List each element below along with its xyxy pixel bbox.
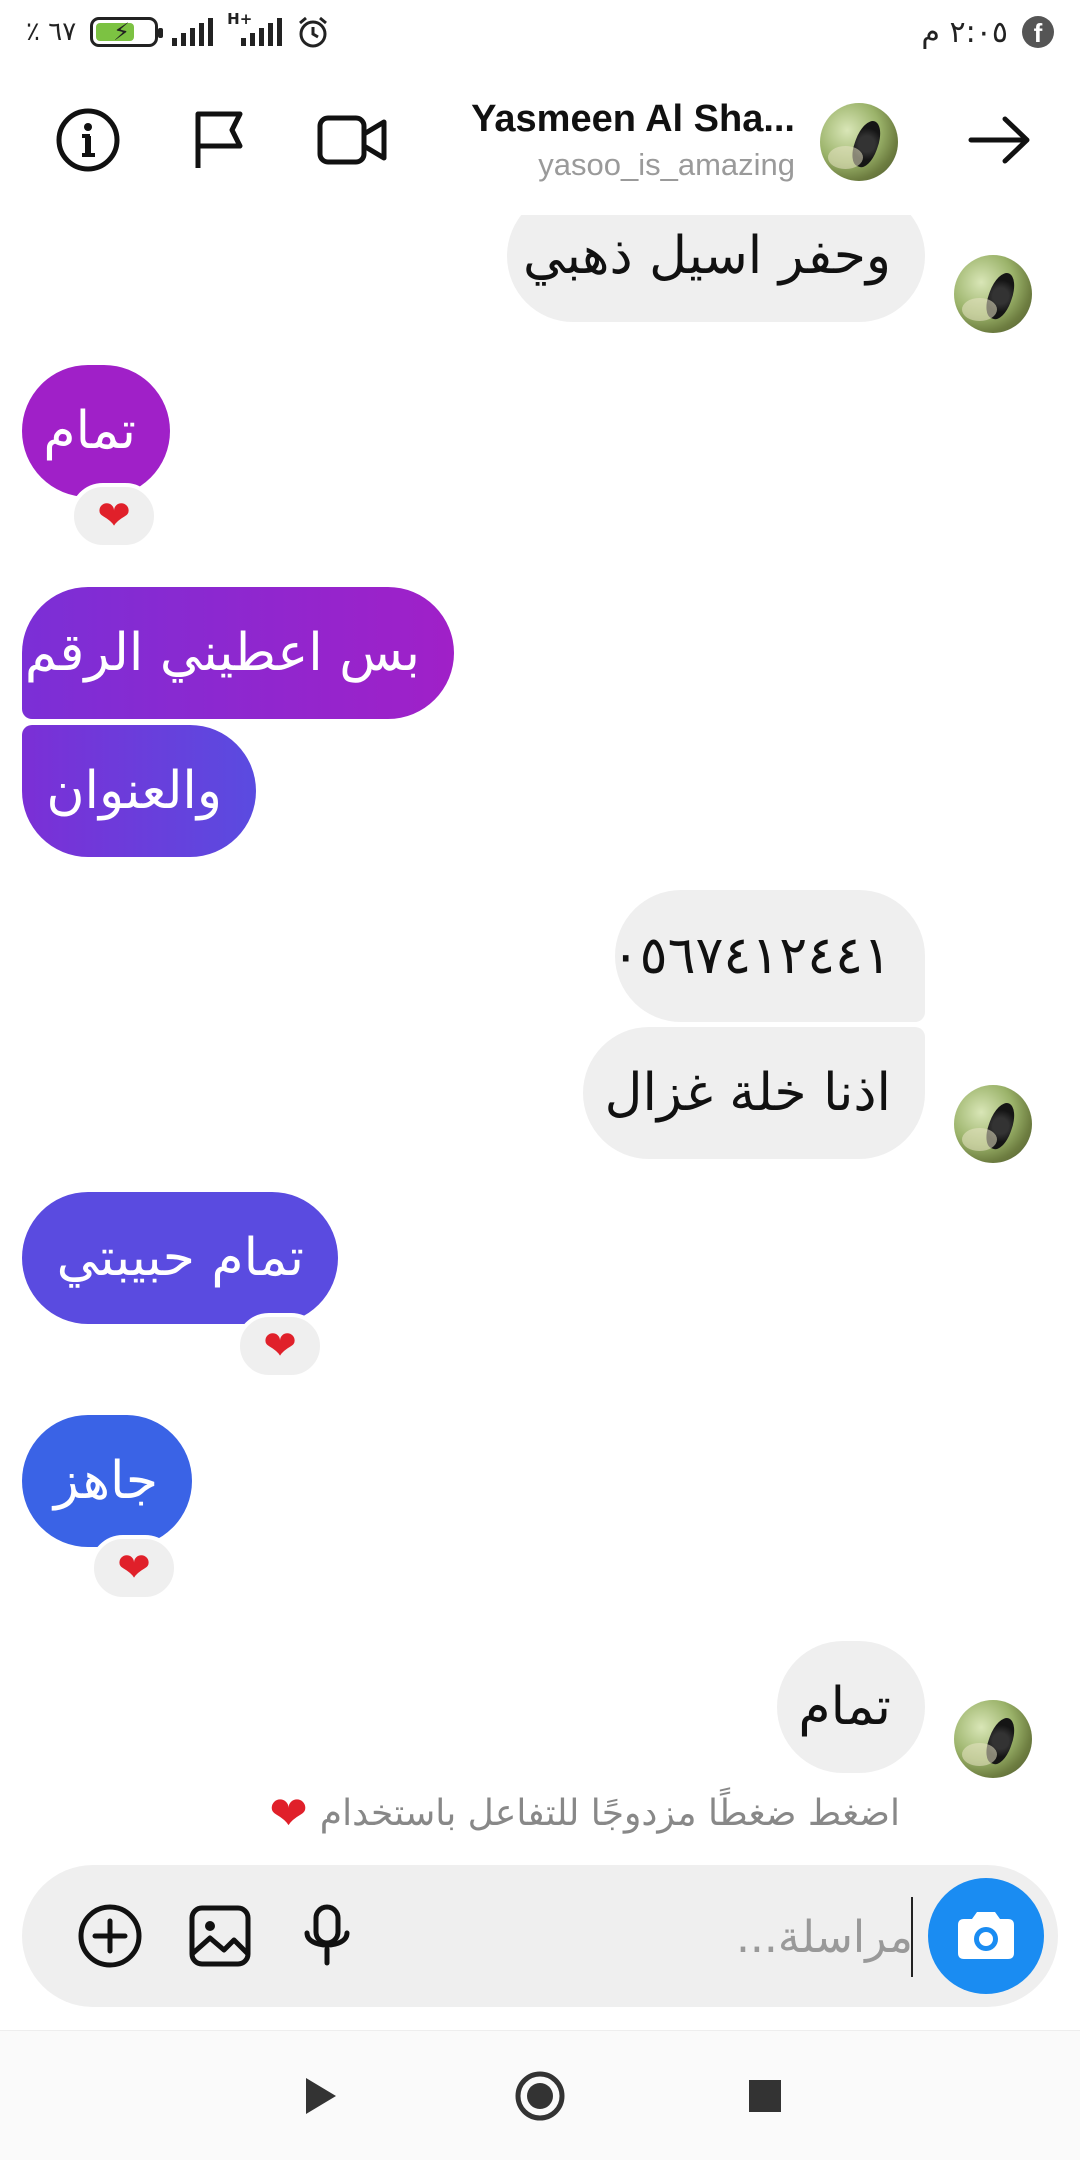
message-bubble-incoming[interactable]: ٠٥٦٧٤١٢٤٤١ (612, 890, 925, 1022)
info-icon (56, 108, 120, 172)
contact-name: Yasmeen Al Sha... (471, 98, 795, 140)
message-bubble-outgoing[interactable]: تمام حبيبتي (22, 1192, 338, 1324)
camera-icon (958, 1912, 1014, 1959)
message-bubble-incoming[interactable]: اذنا خلة غزال (583, 1027, 925, 1159)
report-button[interactable] (180, 100, 260, 180)
add-button[interactable] (70, 1896, 150, 1976)
chat-header: Yasmeen Al Sha... yasoo_is_amazing (0, 70, 1080, 220)
camera-button[interactable] (928, 1878, 1044, 1994)
flag-icon (195, 111, 243, 168)
nav-recents-button[interactable] (735, 2066, 795, 2126)
system-nav-bar (0, 2030, 1080, 2160)
home-circle-icon (515, 2071, 565, 2121)
signal-2-icon: H+ (227, 10, 283, 46)
heart-icon: ❤ (269, 1786, 308, 1840)
nav-back-button[interactable] (290, 2066, 350, 2126)
back-triangle-icon (306, 2078, 336, 2114)
gallery-icon (189, 1905, 251, 1967)
message-bubble-outgoing[interactable]: والعنوان (22, 725, 256, 857)
info-button[interactable] (48, 100, 128, 180)
sender-avatar[interactable] (954, 1700, 1032, 1778)
status-bar: ٦٧ ٪ ⚡ H+ ٢:٠٥ م f (0, 0, 1080, 64)
heart-reaction-icon: ❤ (117, 1545, 151, 1591)
message-composer (22, 1865, 1058, 2007)
recents-square-icon (749, 2080, 781, 2112)
status-left: ٦٧ ٪ ⚡ H+ (26, 10, 330, 54)
battery-charging-icon: ⚡ (90, 17, 164, 47)
back-arrow-icon (968, 116, 1030, 164)
message-input[interactable] (493, 1897, 913, 1977)
nav-home-button[interactable] (510, 2066, 570, 2126)
reaction-badge[interactable]: ❤ (70, 483, 158, 549)
conversation-title[interactable]: Yasmeen Al Sha... yasoo_is_amazing (375, 98, 795, 183)
back-button[interactable] (960, 100, 1040, 180)
reaction-hint: اضغط ضغطًا مزدوجًا للتفاعل باستخدام ❤ (210, 1790, 900, 1836)
voice-button[interactable] (287, 1896, 367, 1976)
network-type: H+ (227, 10, 253, 28)
clock: ٢:٠٥ م (921, 14, 1008, 50)
message-bubble-outgoing[interactable]: تمام (22, 365, 170, 497)
battery-percent: ٦٧ ٪ (26, 17, 77, 47)
alarm-icon (299, 16, 328, 48)
gallery-button[interactable] (180, 1896, 260, 1976)
message-bubble-outgoing[interactable]: جاهز (22, 1415, 192, 1547)
heart-reaction-icon: ❤ (263, 1323, 297, 1369)
message-bubble-outgoing[interactable]: بس اعطيني الرقم (22, 587, 454, 719)
message-bubble-incoming[interactable]: تمام (777, 1641, 925, 1773)
sender-avatar[interactable] (954, 255, 1032, 333)
reaction-hint-text: اضغط ضغطًا مزدوجًا للتفاعل باستخدام (319, 1792, 900, 1834)
message-bubble-incoming[interactable]: وحفر اسيل ذهبي (507, 215, 925, 322)
message-thread: وحفر اسيل ذهبي تمام ❤ بس اعطيني الرقم وا… (0, 215, 1080, 1845)
text-cursor (911, 1897, 913, 1977)
header-avatar[interactable] (820, 103, 898, 181)
signal-icon (172, 18, 214, 46)
add-icon (78, 1904, 142, 1968)
heart-reaction-icon: ❤ (97, 493, 131, 539)
sender-avatar[interactable] (954, 1085, 1032, 1163)
reaction-badge[interactable]: ❤ (236, 1313, 324, 1379)
microphone-icon (304, 1904, 350, 1966)
status-right: ٢:٠٥ م f (921, 10, 1054, 54)
contact-username: yasoo_is_amazing (538, 147, 795, 182)
reaction-badge[interactable]: ❤ (90, 1535, 178, 1601)
facebook-icon: f (1022, 16, 1054, 48)
